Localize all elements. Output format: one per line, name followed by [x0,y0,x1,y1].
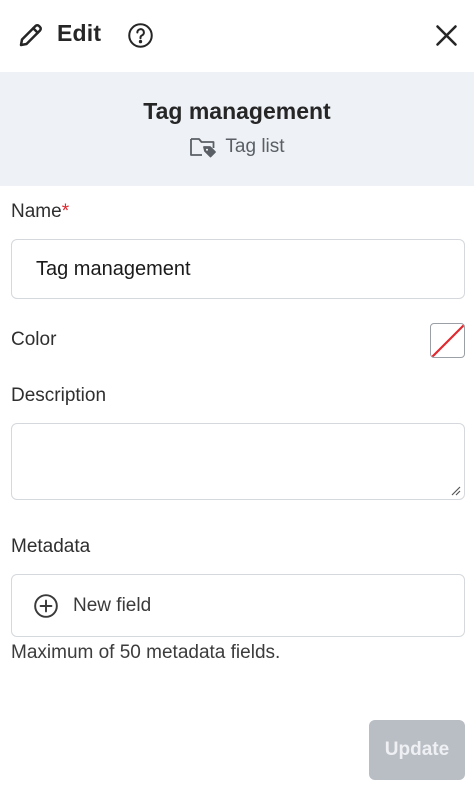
metadata-limit-hint: Maximum of 50 metadata fields. [11,642,281,663]
plus-circle-icon [34,593,58,618]
color-label: Color [11,329,57,350]
add-metadata-field-button[interactable]: New field [11,574,465,637]
name-field[interactable] [11,239,465,299]
tag-list-label[interactable]: Tag list [225,136,284,158]
close-icon[interactable] [433,22,460,49]
panel-header: Edit [0,0,474,72]
name-label: Name* [11,201,70,222]
required-mark: * [61,201,70,222]
tag-list-link[interactable]: Tag list [0,135,474,159]
description-field[interactable] [11,423,465,500]
color-picker-swatch[interactable] [430,323,465,358]
question-circle-icon[interactable] [127,22,154,49]
banner-title: Tag management [143,98,331,124]
no-color-slash-icon [431,324,464,357]
context-banner: Tag management Tag list [0,72,474,186]
tag-folder-icon [190,138,217,158]
update-button[interactable]: Update [369,720,465,780]
new-field-label: New field [73,594,152,616]
pencil-icon [19,24,42,47]
panel-title: Edit [57,20,102,46]
description-label: Description [11,385,107,406]
metadata-label: Metadata [11,536,91,557]
